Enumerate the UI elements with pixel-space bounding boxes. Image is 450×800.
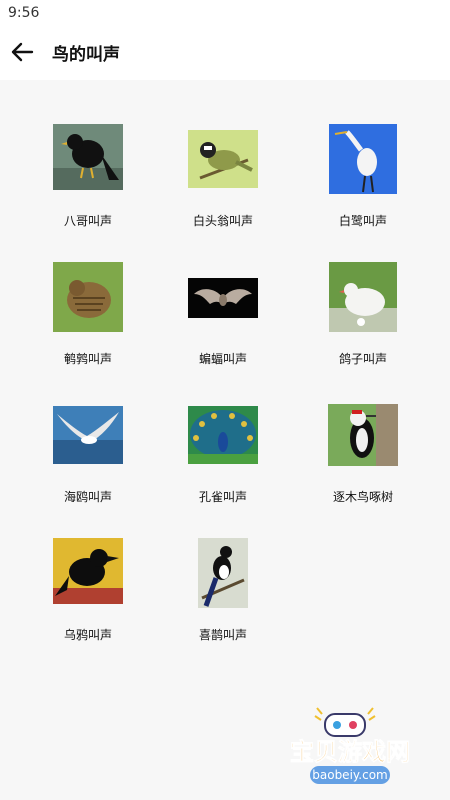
pigeon-image <box>329 262 397 332</box>
bird-label: 乌鸦叫声 <box>63 628 112 642</box>
bird-item-egret[interactable]: 白鹭叫声 <box>288 80 438 228</box>
magpie-image <box>198 538 248 608</box>
status-bar: 9:56 <box>0 0 450 26</box>
bird-label: 逐木鸟啄树 <box>332 490 393 504</box>
watermark-url: baobeiy.com <box>312 768 387 782</box>
crow-image <box>53 538 123 604</box>
woodpecker-image <box>328 404 398 466</box>
bird-item-crow[interactable]: 乌鸦叫声 <box>13 494 163 642</box>
app-bar: 鸟的叫声 <box>0 26 450 80</box>
gamepad-icon <box>314 707 376 737</box>
watermark-logo: 宝贝游戏网 baobeiy.com <box>290 707 410 784</box>
back-button[interactable] <box>8 38 36 66</box>
seagull-image <box>53 406 123 464</box>
arrow-left-icon <box>11 42 34 62</box>
quail-image <box>53 262 123 332</box>
bird-item-pigeon[interactable]: 鸽子叫声 <box>288 218 438 366</box>
bird-item-magpie[interactable]: 喜鹊叫声 <box>148 494 298 642</box>
bird-item-peacock[interactable]: 孔雀叫声 <box>148 356 298 504</box>
bird-label: 喜鹊叫声 <box>198 628 247 642</box>
page-title: 鸟的叫声 <box>52 45 120 65</box>
bird-item-myna[interactable]: 八哥叫声 <box>13 80 163 228</box>
bird-item-woodpecker[interactable]: 逐木鸟啄树 <box>288 356 438 504</box>
bird-item-bulbul[interactable]: 白头翁叫声 <box>148 80 298 228</box>
egret-image <box>329 124 397 194</box>
peacock-image <box>188 406 258 464</box>
watermark-title: 宝贝游戏网 <box>290 738 410 766</box>
bird-item-bat[interactable]: 蝙蝠叫声 <box>148 218 298 366</box>
bird-item-quail[interactable]: 鹌鹑叫声 <box>13 218 163 366</box>
status-time: 9:56 <box>8 5 40 21</box>
bird-item-seagull[interactable]: 海鸥叫声 <box>13 356 163 504</box>
bulbul-image <box>188 130 258 188</box>
bat-image <box>188 278 258 318</box>
myna-image <box>53 124 123 190</box>
